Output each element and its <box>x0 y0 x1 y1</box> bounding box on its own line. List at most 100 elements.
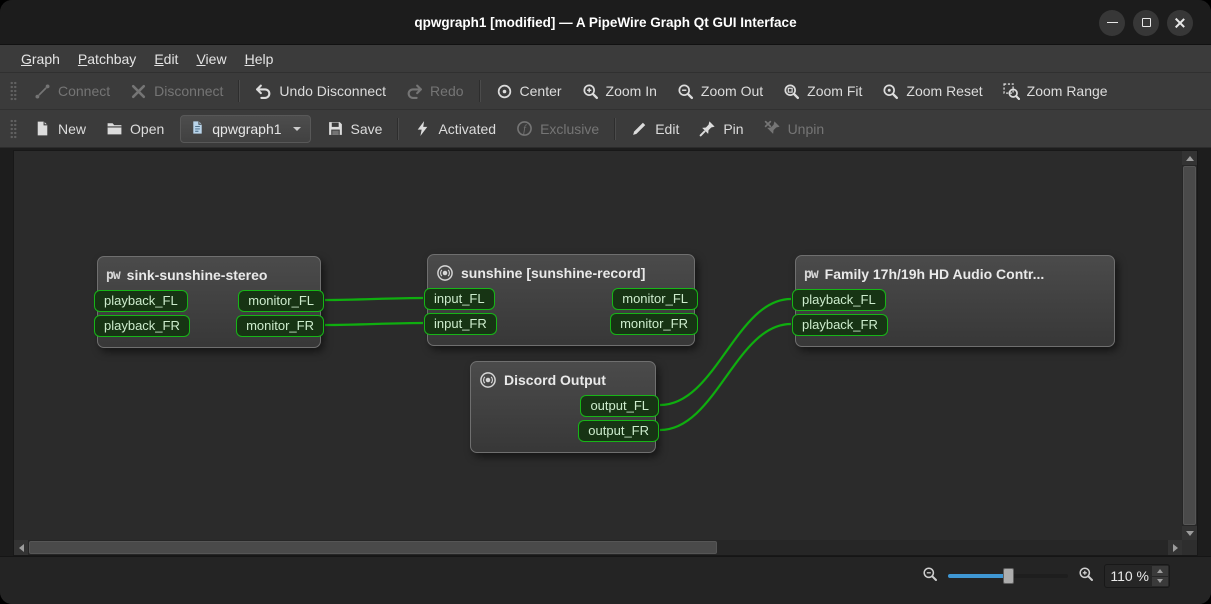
patchbay-selector-value: qpwgraph1 <box>212 120 282 137</box>
center-button[interactable]: Center <box>487 78 571 105</box>
zoom-out-icon[interactable] <box>922 566 938 587</box>
horizontal-scroll-thumb[interactable] <box>29 541 717 554</box>
zoom-fit-icon <box>783 83 800 100</box>
node-family-hd-audio[interactable]: pw Family 17h/19h HD Audio Contr... play… <box>792 255 1115 347</box>
open-button[interactable]: Open <box>97 115 173 142</box>
horizontal-scrollbar[interactable] <box>14 540 1182 555</box>
node-header: sunshine [sunshine-record] <box>434 261 688 285</box>
save-button[interactable]: Save <box>318 115 392 142</box>
zoom-out-button[interactable]: Zoom Out <box>668 78 772 105</box>
zoom-fit-button[interactable]: Zoom Fit <box>774 78 871 105</box>
menu-graph[interactable]: Graph <box>12 48 69 70</box>
graph-viewport-frame: pw sink-sunshine-stereo playback_FL moni… <box>13 150 1198 556</box>
scroll-up-button[interactable] <box>1182 151 1197 165</box>
svg-text:f: f <box>523 124 527 135</box>
pipewire-icon: pw <box>804 266 819 282</box>
node-discord-output[interactable]: Discord Output output_FL output_FR <box>470 361 659 453</box>
port-input[interactable]: input_FL <box>424 288 495 310</box>
pin-button[interactable]: Pin <box>690 115 752 142</box>
pin-icon <box>699 120 716 137</box>
toolbar-drag-handle[interactable] <box>10 118 17 139</box>
undo-icon <box>255 83 272 100</box>
graph-canvas[interactable]: pw sink-sunshine-stereo playback_FL moni… <box>14 151 1182 540</box>
app-window: qpwgraph1 [modified] — A PipeWire Graph … <box>0 0 1211 604</box>
edit-label: Edit <box>655 120 680 137</box>
menu-view[interactable]: View <box>187 48 235 70</box>
maximize-button[interactable] <box>1133 9 1159 36</box>
port-input[interactable]: playback_FR <box>94 315 190 337</box>
node-sunshine-record[interactable]: sunshine [sunshine-record] input_FL moni… <box>424 254 698 346</box>
pin-label: Pin <box>723 120 744 137</box>
menu-edit[interactable]: Edit <box>145 48 187 70</box>
zoom-value[interactable]: 110 % <box>1105 565 1149 587</box>
scroll-down-button[interactable] <box>1182 526 1197 540</box>
port-output[interactable]: output_FL <box>580 395 659 417</box>
toolbar-separator <box>614 117 617 140</box>
node-header: pw Family 17h/19h HD Audio Contr... <box>802 262 1108 286</box>
zoom-range-label: Zoom Range <box>1026 83 1108 99</box>
exclusive-label: Exclusive <box>540 120 600 137</box>
toolbar-drag-handle[interactable] <box>10 81 17 101</box>
arrow-up-icon <box>1157 568 1163 573</box>
zoom-range-button[interactable]: Zoom Range <box>994 78 1117 105</box>
redo-button[interactable]: Redo <box>397 78 472 105</box>
spin-up-button[interactable] <box>1152 566 1168 576</box>
node-header: Discord Output <box>477 368 649 392</box>
zoom-spinbox[interactable]: 110 % <box>1104 564 1170 588</box>
unpin-label: Unpin <box>787 120 825 137</box>
arrow-left-icon <box>18 543 24 552</box>
exclusive-button[interactable]: f Exclusive <box>507 115 608 142</box>
zoom-out-icon <box>677 83 694 100</box>
port-output[interactable]: output_FR <box>578 420 659 442</box>
port-input[interactable]: playback_FL <box>94 290 188 312</box>
zoom-in-icon[interactable] <box>1078 566 1094 587</box>
close-button[interactable] <box>1167 9 1193 36</box>
node-sink-sunshine-stereo[interactable]: pw sink-sunshine-stereo playback_FL moni… <box>94 256 324 348</box>
disconnect-label: Disconnect <box>154 83 224 99</box>
center-icon <box>496 83 513 100</box>
port-output[interactable]: monitor_FR <box>610 313 698 335</box>
vertical-scroll-thumb[interactable] <box>1183 166 1196 525</box>
port-input[interactable]: playback_FR <box>792 314 888 336</box>
title-bar[interactable]: qpwgraph1 [modified] — A PipeWire Graph … <box>0 0 1211 45</box>
minimize-button[interactable] <box>1099 9 1125 36</box>
menu-help[interactable]: Help <box>236 48 283 70</box>
connect-button[interactable]: Connect <box>25 78 119 105</box>
connect-icon <box>34 83 51 100</box>
connect-label: Connect <box>58 83 111 99</box>
graph-toolbar: Connect Disconnect Undo Disconnect Redo … <box>0 73 1211 110</box>
zoom-slider-fill <box>948 574 1008 578</box>
port-output[interactable]: monitor_FL <box>238 290 324 312</box>
port-output[interactable]: monitor_FR <box>236 315 324 337</box>
pencil-icon <box>631 120 648 137</box>
connection-monitor-fr-input-fr[interactable] <box>324 321 424 327</box>
connection-monitor-fl-input-fl[interactable] <box>324 296 424 302</box>
zoom-slider-handle[interactable] <box>1003 568 1014 584</box>
zoom-slider[interactable] <box>948 568 1068 584</box>
patchbay-selector[interactable]: qpwgraph1 <box>180 114 311 143</box>
zoom-reset-label: Zoom Reset <box>906 83 983 99</box>
disconnect-button[interactable]: Disconnect <box>121 78 232 105</box>
node-title: Discord Output <box>504 372 606 388</box>
zoom-out-label: Zoom Out <box>700 83 764 99</box>
zoom-reset-button[interactable]: Zoom Reset <box>873 78 991 105</box>
scroll-right-button[interactable] <box>1168 540 1182 555</box>
vertical-scrollbar[interactable] <box>1182 151 1197 540</box>
undo-disconnect-button[interactable]: Undo Disconnect <box>246 78 395 105</box>
center-label: Center <box>519 83 562 99</box>
menu-patchbay[interactable]: Patchbay <box>69 48 145 70</box>
open-folder-icon <box>106 120 123 137</box>
patchbay-toolbar: New Open qpwgraph1 Save Activated f Excl… <box>0 110 1211 148</box>
unpin-button[interactable]: Unpin <box>755 115 834 142</box>
port-output[interactable]: monitor_FL <box>612 288 698 310</box>
zoom-in-button[interactable]: Zoom In <box>573 78 666 105</box>
port-input[interactable]: playback_FL <box>792 289 886 311</box>
spin-down-button[interactable] <box>1152 575 1168 586</box>
arrow-down-icon <box>1185 530 1194 536</box>
scroll-left-button[interactable] <box>14 540 28 555</box>
node-title: sink-sunshine-stereo <box>126 267 268 283</box>
new-button[interactable]: New <box>25 115 95 142</box>
edit-button[interactable]: Edit <box>622 115 688 142</box>
port-input[interactable]: input_FR <box>424 313 497 335</box>
activated-button[interactable]: Activated <box>405 115 505 142</box>
